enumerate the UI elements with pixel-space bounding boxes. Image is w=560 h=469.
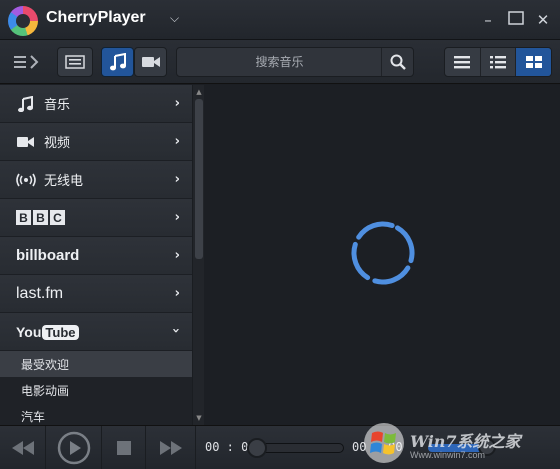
title-bar: CherryPlayer ⌵ – ✕ bbox=[0, 0, 560, 40]
chevron-right-icon: › bbox=[174, 286, 180, 301]
playlist-icon bbox=[65, 55, 85, 69]
next-button[interactable] bbox=[146, 426, 196, 469]
list-view-icon bbox=[454, 56, 471, 69]
scroll-down-arrow-icon[interactable]: ▼ bbox=[195, 413, 203, 423]
sidebar-item-label: 音乐 bbox=[44, 98, 71, 113]
youtube-sub-item[interactable]: 电影动画 bbox=[0, 377, 192, 403]
stop-button[interactable] bbox=[102, 426, 146, 469]
chevron-right-icon: › bbox=[174, 248, 180, 263]
lastfm-logo: last.fm bbox=[16, 284, 64, 302]
previous-button[interactable] bbox=[0, 426, 46, 469]
seek-track[interactable] bbox=[256, 443, 344, 453]
menu-collapse-icon bbox=[14, 55, 39, 69]
close-icon[interactable]: ✕ bbox=[532, 10, 554, 30]
toolbar bbox=[0, 40, 560, 84]
cherryplayer-logo-icon bbox=[8, 6, 38, 36]
sidebar-item-radio[interactable]: 无线电 › bbox=[0, 161, 192, 199]
list-view-button[interactable] bbox=[445, 48, 481, 76]
chevron-down-icon: › bbox=[167, 327, 183, 334]
loading-spinner-icon bbox=[351, 221, 415, 285]
sidebar-item-label: 视频 bbox=[44, 136, 71, 151]
music-note-icon bbox=[16, 95, 36, 112]
chevron-right-icon: › bbox=[174, 172, 180, 187]
grid-view-button[interactable] bbox=[516, 48, 551, 76]
sidebar-item-music[interactable]: 音乐 › bbox=[0, 85, 192, 123]
maximize-icon[interactable] bbox=[505, 10, 527, 30]
search-box bbox=[176, 47, 414, 77]
video-mode-button[interactable] bbox=[134, 47, 167, 77]
fast-forward-icon bbox=[159, 441, 182, 455]
grid-view-icon bbox=[525, 56, 542, 68]
seek-handle[interactable] bbox=[247, 438, 267, 458]
chevron-right-icon: › bbox=[174, 96, 180, 111]
detail-view-button[interactable] bbox=[481, 48, 517, 76]
youtube-sub-item[interactable]: 汽车 bbox=[0, 403, 192, 425]
minimize-icon[interactable]: – bbox=[477, 10, 499, 30]
sidebar-item-lastfm[interactable]: last.fm › bbox=[0, 275, 192, 313]
music-note-icon bbox=[109, 53, 126, 71]
chevron-right-icon: › bbox=[174, 134, 180, 149]
sidebar-scrollbar[interactable]: ▲ ▼ bbox=[192, 85, 204, 425]
app-title: CherryPlayer bbox=[46, 9, 146, 26]
stop-icon bbox=[116, 441, 131, 455]
watermark-url: Www.winwin7.com bbox=[410, 450, 486, 460]
sidebar: 音乐 › 视频 › 无线电 › B B C › billboard › last… bbox=[0, 85, 192, 425]
youtube-sub-item[interactable]: 最受欢迎 bbox=[0, 351, 192, 377]
play-button[interactable] bbox=[46, 426, 102, 469]
video-camera-icon bbox=[141, 57, 160, 67]
chevron-right-icon: › bbox=[174, 210, 180, 225]
search-icon bbox=[390, 54, 406, 70]
windows-logo-icon bbox=[364, 423, 404, 463]
rewind-icon bbox=[11, 441, 34, 455]
search-input[interactable] bbox=[177, 48, 382, 76]
watermark: Win7系统之家 Www.winwin7.com bbox=[360, 418, 560, 469]
play-icon bbox=[57, 431, 90, 465]
radio-icon bbox=[16, 173, 36, 187]
bbc-logo: B B C bbox=[16, 210, 65, 225]
view-mode-group bbox=[444, 47, 552, 77]
sidebar-item-billboard[interactable]: billboard › bbox=[0, 237, 192, 275]
scroll-up-arrow-icon[interactable]: ▲ bbox=[195, 87, 203, 97]
app-menu-chevron-down-icon[interactable]: ⌵ bbox=[170, 11, 179, 26]
sidebar-item-bbc[interactable]: B B C › bbox=[0, 199, 192, 237]
sidebar-item-video[interactable]: 视频 › bbox=[0, 123, 192, 161]
search-button[interactable] bbox=[381, 48, 413, 76]
music-mode-button[interactable] bbox=[101, 47, 134, 77]
content-area bbox=[204, 85, 560, 425]
scroll-thumb[interactable] bbox=[195, 99, 203, 259]
sidebar-toggle-button[interactable] bbox=[6, 47, 46, 77]
detail-list-icon bbox=[490, 56, 506, 69]
sidebar-item-label: 无线电 bbox=[44, 174, 84, 189]
billboard-logo: billboard bbox=[16, 247, 80, 264]
playlist-button[interactable] bbox=[57, 47, 93, 77]
video-camera-icon bbox=[16, 136, 36, 148]
watermark-text: Win7系统之家 bbox=[410, 432, 521, 451]
youtube-logo: You Tube bbox=[16, 322, 79, 341]
sidebar-item-youtube[interactable]: You Tube › bbox=[0, 313, 192, 351]
